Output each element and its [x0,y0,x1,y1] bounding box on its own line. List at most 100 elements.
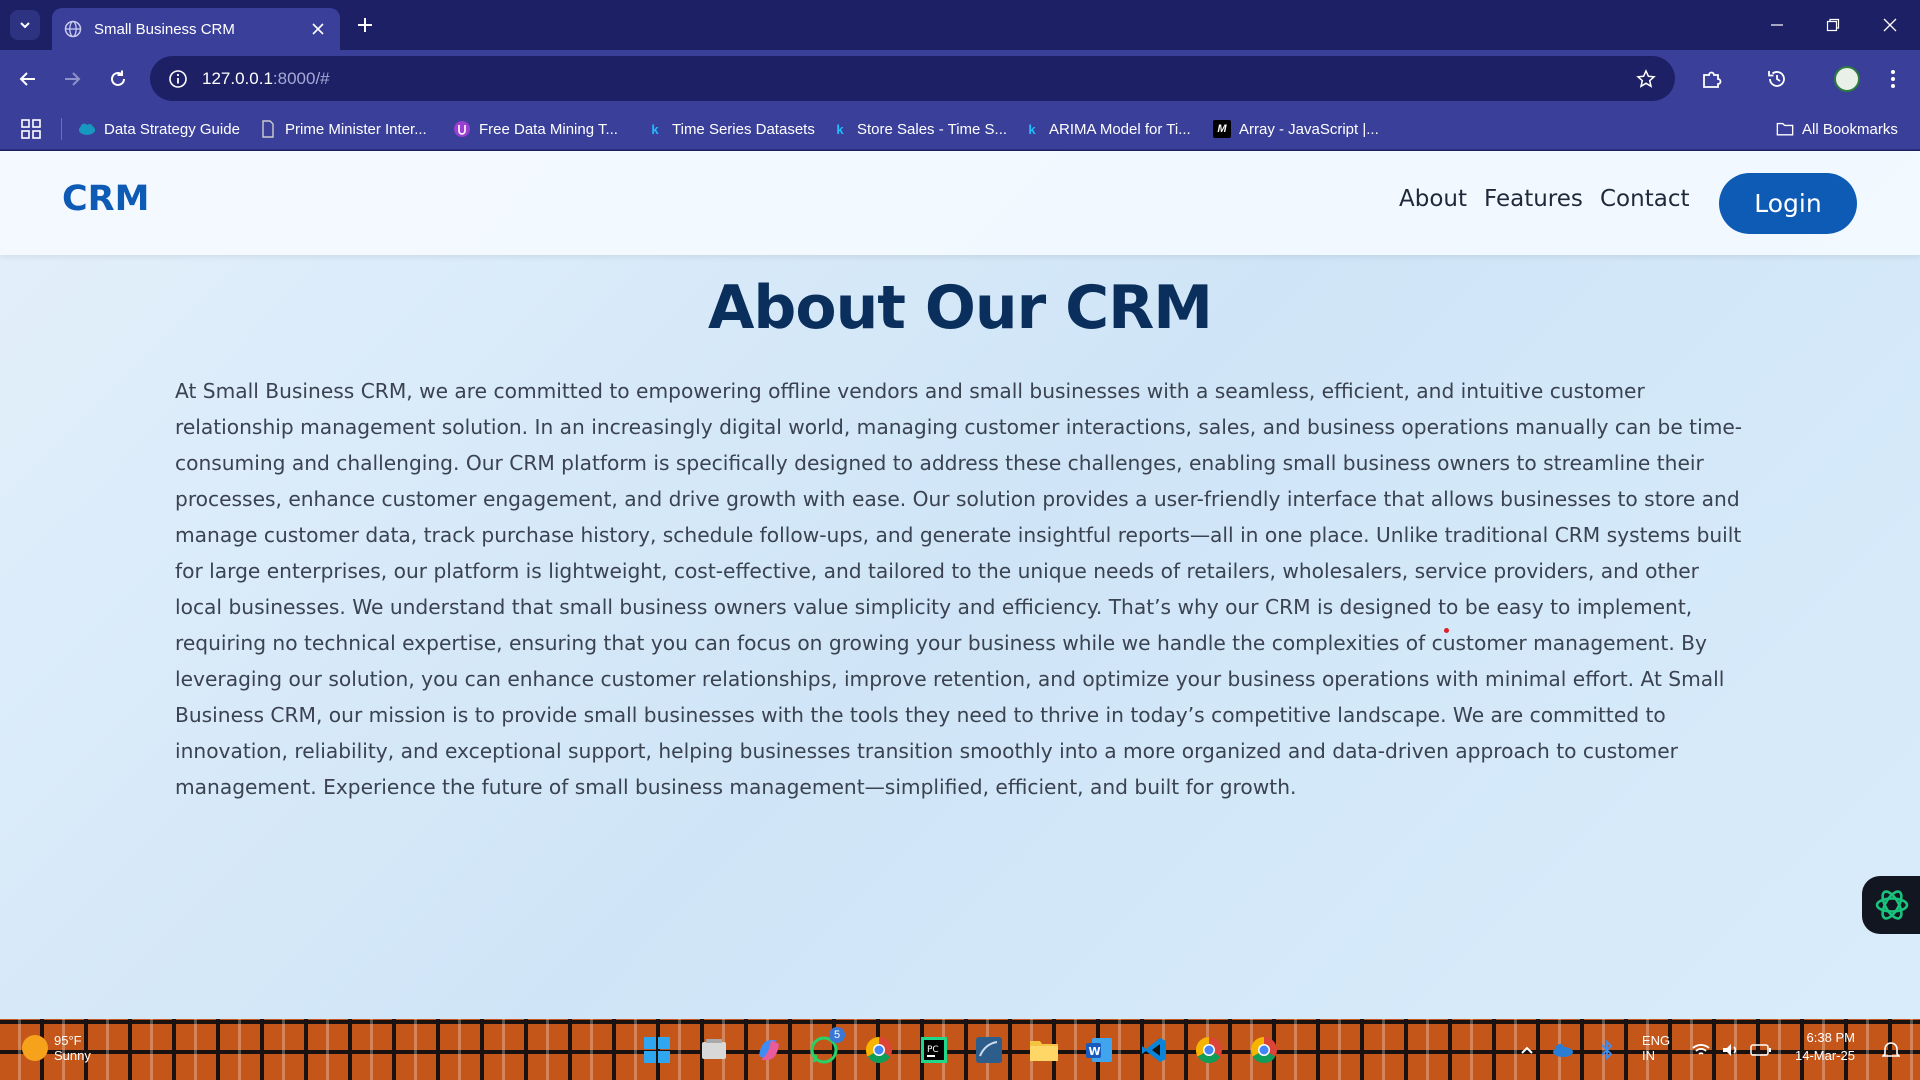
bookmark-label: Data Strategy Guide [104,120,240,138]
copilot-icon [759,1040,779,1060]
forward-button[interactable] [57,64,87,94]
tray-onedrive-icon[interactable] [1548,1031,1578,1069]
bookmark-item[interactable]: Free Data Mining T... [453,116,618,142]
bookmark-item[interactable]: k ARIMA Model for Ti... [1023,116,1191,142]
taskbar-app-file-explorer[interactable] [1025,1031,1063,1069]
history-button[interactable] [1762,64,1792,94]
weather-temp: 95°F [54,1033,82,1048]
weather-condition: Sunny [54,1048,91,1063]
page-viewport: CRM About Features Contact Login About O… [0,151,1920,1019]
nav-about-link[interactable]: About [1399,186,1467,212]
restore-button[interactable] [1813,10,1853,40]
nav-features-link[interactable]: Features [1484,186,1583,212]
taskbar-app-copilot[interactable] [750,1031,788,1069]
taskbar-app-vscode[interactable] [1135,1031,1173,1069]
restore-icon [1826,18,1840,32]
shield-icon [453,120,471,138]
browser-toolbar: 127.0.0.1:8000/# [0,50,1920,108]
tray-wifi-icon[interactable] [1686,1031,1716,1069]
weather-widget[interactable]: 95°F Sunny [22,1033,91,1063]
bell-icon [1882,1042,1900,1057]
language-code: ENG [1642,1033,1671,1048]
apps-grid-icon[interactable] [20,118,42,140]
taskbar-app-mysql-workbench[interactable] [970,1031,1008,1069]
site-info-icon[interactable] [158,59,198,99]
nav-contact-link[interactable]: Contact [1600,186,1689,212]
language-indicator[interactable]: ENG IN [1642,1033,1670,1063]
taskbar-app-chrome-profile[interactable] [1190,1031,1228,1069]
bookmark-item[interactable]: k Time Series Datasets [646,116,815,142]
plus-icon [358,18,372,32]
bookmark-label: Store Sales - Time S... [857,120,1008,138]
chat-assistant-button[interactable] [1862,876,1920,934]
bookmark-item[interactable]: Data Strategy Guide [78,116,240,142]
taskbar-app-whatsapp[interactable]: 5 [805,1027,845,1069]
bookmark-label: Time Series Datasets [672,120,815,138]
site-logo[interactable]: CRM [62,179,149,219]
taskbar-app-word[interactable]: W [1080,1031,1118,1069]
tab-search-button[interactable] [10,10,40,40]
tray-volume-icon[interactable] [1716,1031,1746,1069]
notifications-button[interactable] [1876,1031,1906,1069]
tray-overflow-button[interactable] [1512,1031,1542,1069]
tab-title: Small Business CRM [94,20,235,38]
close-icon [1883,18,1897,32]
minimize-button[interactable] [1757,10,1797,40]
tray-bluetooth-icon[interactable] [1592,1031,1622,1069]
clock-date: 14-Mar-25 [1795,1048,1855,1063]
bookmark-label: Array - JavaScript |... [1239,120,1379,138]
bookmark-item[interactable]: M Array - JavaScript |... [1213,116,1379,142]
svg-text:W: W [1089,1045,1101,1058]
chevron-down-icon [20,22,30,29]
menu-button[interactable] [1878,64,1908,94]
bookmark-label: Free Data Mining T... [479,120,618,138]
kaggle-icon: k [1028,121,1036,137]
mdn-icon: M [1213,120,1231,138]
taskbar-app-chrome[interactable] [860,1031,898,1069]
address-bar[interactable]: 127.0.0.1:8000/# [150,56,1675,101]
bookmark-star-icon[interactable] [1631,64,1661,94]
pycharm-icon: PC [921,1037,947,1063]
more-vertical-icon [1891,70,1895,88]
taskbar-app-pycharm[interactable]: PC [915,1031,953,1069]
minimize-icon [1771,24,1783,26]
reload-button[interactable] [103,64,133,94]
back-button[interactable] [13,64,43,94]
vscode-icon [1142,1038,1166,1062]
bookmark-item[interactable]: k Store Sales - Time S... [831,116,1007,142]
new-tab-button[interactable] [352,12,378,38]
kaggle-icon: k [836,121,844,137]
notification-badge: 5 [829,1027,845,1043]
login-button[interactable]: Login [1719,173,1857,234]
bookmark-item[interactable]: Prime Minister Inter... [259,116,427,142]
folder-icon [1776,120,1794,138]
taskbar-app-taskview[interactable] [695,1031,733,1069]
start-button[interactable] [638,1031,676,1069]
close-window-button[interactable] [1870,10,1910,40]
all-bookmarks-button[interactable]: All Bookmarks [1776,116,1898,142]
taskbar-clock[interactable]: 6:38 PM 14-Mar-25 [1795,1029,1855,1065]
close-tab-icon[interactable] [308,19,328,39]
windows-taskbar: 95°F Sunny 5 PC W ENG IN 6:38 PM 14-Mar-… [0,1019,1920,1080]
taskbar-app-chrome-profile-2[interactable] [1245,1031,1283,1069]
chrome-icon [1195,1036,1222,1064]
extensions-button[interactable] [1697,64,1727,94]
tray-battery-icon[interactable] [1746,1031,1776,1069]
arrow-left-icon [19,72,35,86]
kaggle-icon: k [651,121,659,137]
about-paragraph: At Small Business CRM, we are committed … [175,379,1743,799]
profile-avatar[interactable] [1834,66,1860,92]
word-icon: W [1086,1038,1112,1062]
url-host: 127.0.0.1 [202,68,273,88]
globe-icon [64,20,82,38]
folder-icon [1030,1041,1058,1061]
salesforce-cloud-icon [78,120,96,138]
bookmark-separator [61,118,62,140]
browser-tab-active[interactable]: Small Business CRM [52,8,340,50]
bookmark-label: ARIMA Model for Ti... [1049,120,1191,138]
chevron-up-icon [1521,1046,1533,1054]
browser-tabstrip: Small Business CRM [0,0,1920,50]
sun-icon [22,1035,48,1061]
page-title: About Our CRM [707,273,1213,343]
mysql-workbench-icon [976,1037,1002,1063]
